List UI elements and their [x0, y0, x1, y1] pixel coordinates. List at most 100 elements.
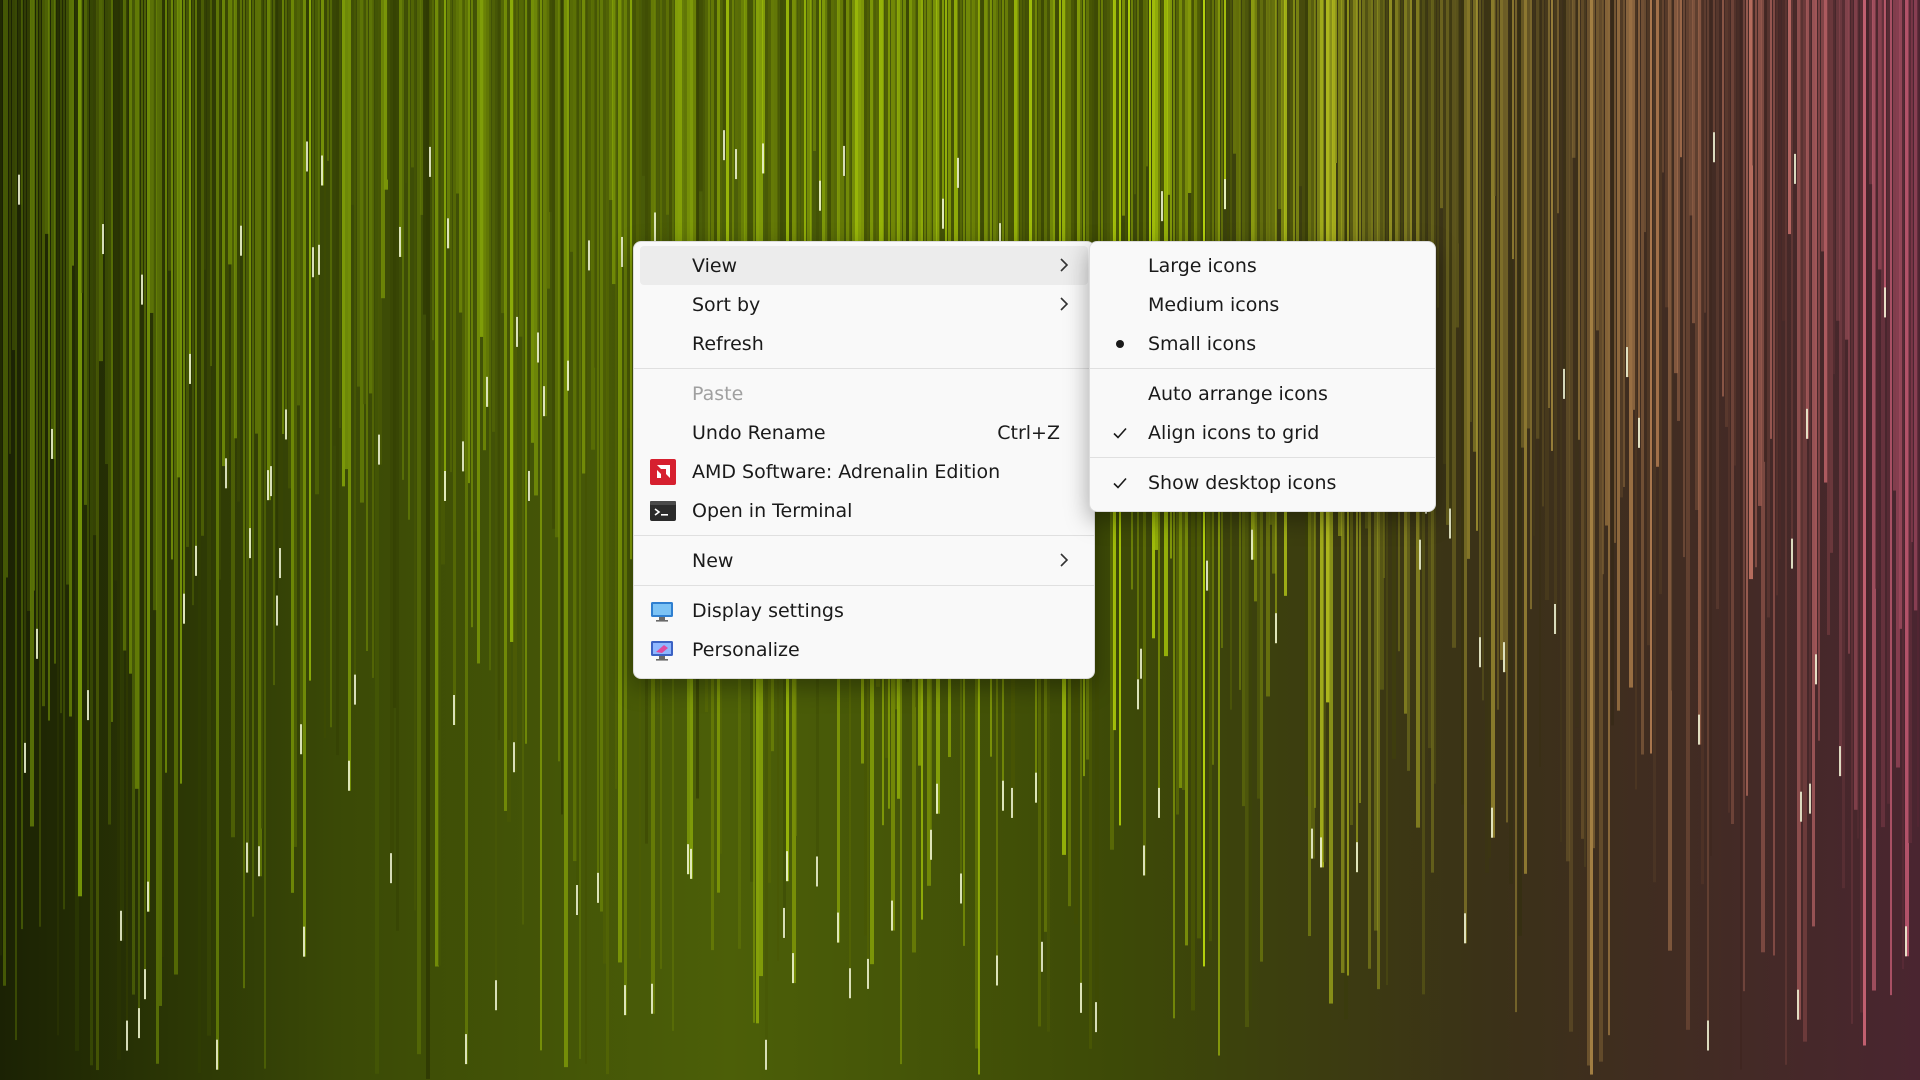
- menu-item-amd-software[interactable]: AMD Software: Adrenalin Edition: [640, 452, 1088, 491]
- wallpaper-streak-tip: [120, 910, 122, 941]
- wallpaper-streak-tip: [576, 885, 578, 916]
- wallpaper-streak: [1299, 0, 1302, 187]
- wallpaper-streak: [1059, 0, 1061, 281]
- wallpaper-streak-tip: [786, 851, 788, 882]
- wallpaper-streak-tip: [378, 434, 380, 465]
- menu-item-label: Medium icons: [1148, 293, 1280, 316]
- wallpaper-streak: [1677, 0, 1680, 421]
- wallpaper-streak-tip: [723, 130, 725, 161]
- wallpaper-streak: [204, 0, 206, 270]
- wallpaper-streak: [300, 0, 303, 755]
- wallpaper-streak-tip: [528, 470, 530, 501]
- wallpaper-streak: [255, 0, 258, 434]
- wallpaper-streak: [126, 0, 128, 1051]
- wallpaper-streak: [432, 0, 434, 341]
- wallpaper-streak-tip: [270, 466, 272, 497]
- wallpaper-streak-tip: [1206, 560, 1208, 591]
- wallpaper-streak: [234, 0, 237, 439]
- submenu-item-small-icons[interactable]: Small icons: [1096, 324, 1429, 363]
- wallpaper-streak: [240, 0, 242, 256]
- wallpaper-streak-tip: [354, 674, 356, 705]
- wallpaper-streak: [1746, 0, 1748, 796]
- wallpaper-streak-tip: [1806, 408, 1808, 439]
- wallpaper-streak: [1440, 0, 1443, 209]
- desktop-context-menu: View Sort by Refresh Paste Undo Rename C…: [633, 241, 1095, 679]
- wallpaper-streak: [1650, 0, 1652, 754]
- wallpaper-streak: [666, 0, 669, 215]
- wallpaper-streak: [366, 0, 368, 652]
- wallpaper-streak-tip: [816, 856, 818, 887]
- wallpaper-streak: [312, 0, 314, 278]
- wallpaper-streak: [1617, 0, 1620, 711]
- wallpaper-streak: [1581, 0, 1584, 839]
- wallpaper-streak: [1602, 0, 1604, 575]
- wallpaper-streak: [1911, 0, 1913, 543]
- menu-item-personalize[interactable]: Personalize: [640, 630, 1088, 669]
- submenu-item-show-desktop-icons[interactable]: Show desktop icons: [1096, 463, 1429, 502]
- wallpaper-streak: [489, 0, 491, 671]
- wallpaper-streak-tip: [1905, 926, 1907, 957]
- wallpaper-streak: [276, 0, 278, 626]
- wallpaper-streak: [1512, 0, 1514, 260]
- submenu-item-large-icons[interactable]: Large icons: [1096, 246, 1429, 285]
- wallpaper-streak: [195, 0, 197, 576]
- wallpaper-streak: [423, 0, 426, 315]
- wallpaper-streak: [1647, 0, 1650, 646]
- wallpaper-streak: [471, 0, 473, 628]
- menu-item-open-in-terminal[interactable]: Open in Terminal: [640, 491, 1088, 530]
- wallpaper-streak-tip: [1884, 287, 1886, 318]
- wallpaper-streak-tip: [24, 742, 26, 773]
- menu-item-sort-by[interactable]: Sort by: [640, 285, 1088, 324]
- wallpaper-streak-tip: [1251, 529, 1253, 560]
- wallpaper-streak: [1719, 0, 1721, 979]
- wallpaper-streak: [1467, 0, 1470, 559]
- wallpaper-streak: [1800, 0, 1803, 822]
- wallpaper-streak: [282, 0, 284, 434]
- menu-item-undo-rename[interactable]: Undo Rename Ctrl+Z: [640, 413, 1088, 452]
- wallpaper-streak-tip: [1698, 714, 1700, 745]
- wallpaper-streak: [1734, 0, 1736, 466]
- desktop[interactable]: View Sort by Refresh Paste Undo Rename C…: [0, 0, 1920, 1080]
- wallpaper-streak: [273, 0, 275, 686]
- checkmark-icon: [1113, 477, 1127, 489]
- wallpaper-streak-tip: [258, 846, 260, 877]
- wallpaper-streak-tip: [399, 226, 401, 257]
- wallpaper-streak-tip: [1626, 347, 1628, 378]
- wallpaper-streak: [1773, 0, 1775, 956]
- wallpaper-streak: [492, 0, 495, 432]
- wallpaper-streak: [1680, 0, 1682, 158]
- wallpaper-streak: [1656, 0, 1659, 467]
- menu-item-refresh[interactable]: Refresh: [640, 324, 1088, 363]
- wallpaper-streak: [1791, 0, 1793, 569]
- wallpaper-streak: [69, 0, 72, 717]
- wallpaper-streak: [411, 0, 414, 168]
- wallpaper-streak-tip: [138, 1008, 140, 1039]
- wallpaper-streak: [1839, 0, 1842, 777]
- menu-item-new[interactable]: New: [640, 541, 1088, 580]
- wallpaper-streak: [1899, 0, 1902, 629]
- submenu-item-auto-arrange[interactable]: Auto arrange icons: [1096, 374, 1429, 413]
- menu-item-label: Auto arrange icons: [1148, 382, 1328, 405]
- wallpaper-streak: [1218, 0, 1220, 1056]
- wallpaper-streak-tip: [687, 844, 689, 875]
- wallpaper-streak: [477, 0, 480, 664]
- menu-item-display-settings[interactable]: Display settings: [640, 591, 1088, 630]
- wallpaper-streak-tip: [1011, 787, 1013, 818]
- wallpaper-streak-tip: [321, 155, 323, 186]
- wallpaper-streak: [294, 0, 297, 847]
- wallpaper-streak-tip: [348, 760, 350, 791]
- wallpaper-streak: [96, 0, 99, 1071]
- wallpaper-streak: [1755, 0, 1757, 568]
- wallpaper-streak-tip: [147, 881, 149, 912]
- wallpaper-streak: [288, 0, 291, 489]
- wallpaper-streak: [468, 0, 470, 484]
- wallpaper-streak: [1635, 0, 1637, 790]
- wallpaper-streak-tip: [957, 157, 959, 188]
- wallpaper-streak: [1785, 0, 1787, 1065]
- submenu-item-medium-icons[interactable]: Medium icons: [1096, 285, 1429, 324]
- menu-item-label: Paste: [692, 382, 744, 405]
- menu-item-view[interactable]: View: [640, 246, 1088, 285]
- wallpaper-streak-tip: [1839, 746, 1841, 777]
- submenu-item-align-to-grid[interactable]: Align icons to grid: [1096, 413, 1429, 452]
- wallpaper-streak: [450, 0, 452, 473]
